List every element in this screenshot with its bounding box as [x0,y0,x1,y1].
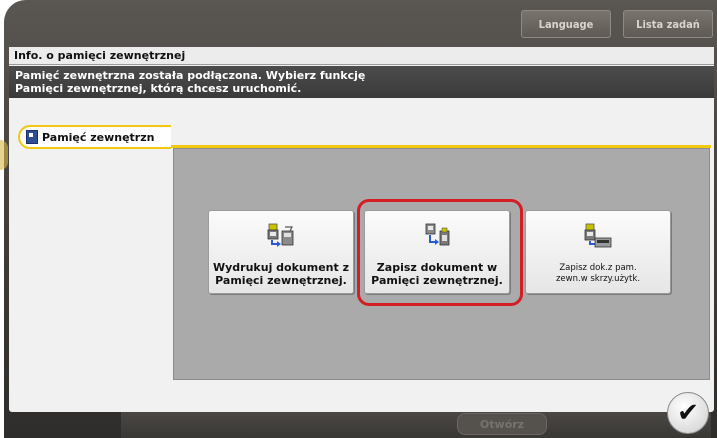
language-button[interactable]: Language [521,10,611,38]
ok-button[interactable]: ✔ [667,392,709,434]
save-button-label: Zapisz dokument w Pamięci zewnętrznej. [371,261,503,287]
job-list-button[interactable]: Lista zadań [623,10,713,38]
print-label-line-1: Wydrukuj dokument z [212,261,349,274]
dialog-title: Info. o pamięci zewnętrznej [9,47,714,65]
save-to-user-box-button[interactable]: Zapisz dok.z pam. zewn.w skrzy.użytk. [525,210,671,294]
save-label-line-1: Zapisz dokument w [376,261,498,274]
save-box-label-line-2: zewn.w skrzy.użytk. [555,274,641,284]
instruction-message: Pamięć zewnętrzna została podłączona. Wy… [9,66,714,98]
save-box-button-label: Zapisz dok.z pam. zewn.w skrzy.użytk. [556,263,640,285]
tab-external-memory[interactable]: Pamięć zewnętrzn [18,125,171,149]
usb-memory-icon [26,130,38,144]
save-label-line-2: Pamięci zewnętrznej. [371,274,503,287]
save-to-usb-icon [422,223,452,249]
print-from-memory-button[interactable]: Wydrukuj dokument z Pamięci zewnętrznej. [208,210,354,294]
left-edge-marker [0,140,8,170]
print-label-line-2: Pamięci zewnętrznej. [215,274,347,287]
message-line-1: Pamięć zewnętrzna została podłączona. Wy… [15,69,366,82]
bottom-bar [121,412,711,438]
save-to-box-icon [583,223,613,249]
print-from-usb-icon [266,223,296,249]
save-to-memory-button[interactable]: Zapisz dokument w Pamięci zewnętrznej. [364,210,510,294]
tab-label: Pamięć zewnętrzn [42,130,155,144]
checkmark-icon: ✔ [677,398,699,428]
save-box-label-line-1: Zapisz dok.z pam. [559,263,637,273]
open-button[interactable]: Otwórz [457,413,547,435]
print-button-label: Wydrukuj dokument z Pamięci zewnętrznej. [213,261,349,287]
message-line-2: Pamięci zewnętrznej, którą chcesz urucho… [15,82,302,95]
